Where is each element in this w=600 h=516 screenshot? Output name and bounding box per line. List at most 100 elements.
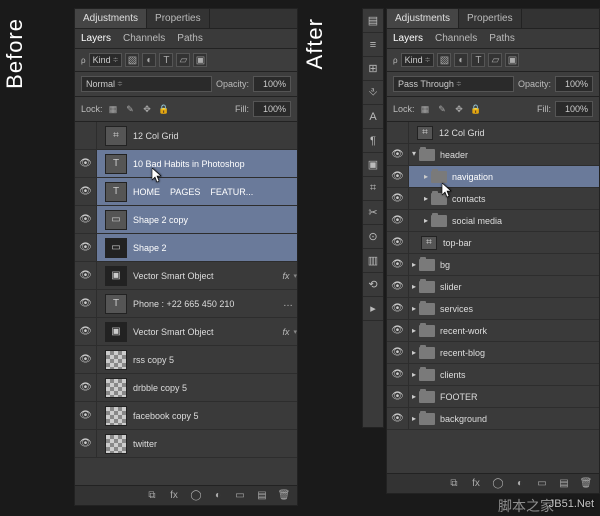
tool-icon[interactable]: ⟲ xyxy=(363,273,383,297)
tool-icon[interactable]: ⌗ xyxy=(363,177,383,201)
tab-adjustments[interactable]: Adjustments xyxy=(387,9,459,28)
tool-icon[interactable]: ≡ xyxy=(363,33,383,57)
visibility-icon[interactable] xyxy=(387,122,409,143)
layer-row[interactable]: 👁 rss copy 5 xyxy=(75,346,297,374)
tool-icon[interactable]: ▣ xyxy=(363,153,383,177)
adjustment-icon[interactable]: ◐ xyxy=(211,489,225,503)
new-layer-icon[interactable]: ▤ xyxy=(557,477,571,491)
blend-mode-select[interactable]: Pass Through≑ xyxy=(393,76,514,92)
lock-brush-icon[interactable]: ✎ xyxy=(436,103,449,116)
chevron-right-icon[interactable]: ▸ xyxy=(363,297,383,321)
layer-row[interactable]: 👁 drbble copy 5 xyxy=(75,374,297,402)
filter-shape-icon[interactable]: ▱ xyxy=(176,53,190,67)
layer-row[interactable]: 👁 twitter xyxy=(75,430,297,458)
mask-icon[interactable]: ◯ xyxy=(491,477,505,491)
filter-type-icon[interactable]: T xyxy=(471,53,485,67)
visibility-icon[interactable]: 👁 xyxy=(387,342,409,363)
tool-icon[interactable]: ⊙ xyxy=(363,225,383,249)
fx-menu-icon[interactable]: fx xyxy=(469,477,483,491)
lock-transparency-icon[interactable]: ▦ xyxy=(419,103,432,116)
visibility-icon[interactable]: 👁 xyxy=(75,402,97,429)
visibility-icon[interactable]: 👁 xyxy=(75,150,97,177)
visibility-icon[interactable]: 👁 xyxy=(387,188,409,209)
visibility-icon[interactable] xyxy=(75,122,97,149)
visibility-icon[interactable]: 👁 xyxy=(387,364,409,385)
lock-brush-icon[interactable]: ✎ xyxy=(124,103,137,116)
tool-icon[interactable]: ⎀ xyxy=(363,81,383,105)
filter-smart-icon[interactable]: ▣ xyxy=(193,53,207,67)
visibility-icon[interactable]: 👁 xyxy=(387,144,409,165)
layer-group-row[interactable]: 👁 ▸ social media xyxy=(387,210,599,232)
filter-adjust-icon[interactable]: ◐ xyxy=(142,53,156,67)
layer-group-row[interactable]: 👁 ▸ slider xyxy=(387,276,599,298)
filter-shape-icon[interactable]: ▱ xyxy=(488,53,502,67)
layer-group-row[interactable]: 👁 ▾ header xyxy=(387,144,599,166)
tool-icon[interactable]: ▤ xyxy=(363,9,383,33)
layer-group-row[interactable]: 👁 ▸ bg xyxy=(387,254,599,276)
layer-group-row[interactable]: 👁 ▸ recent-blog xyxy=(387,342,599,364)
visibility-icon[interactable]: 👁 xyxy=(387,232,409,253)
mask-icon[interactable]: ◯ xyxy=(189,489,203,503)
visibility-icon[interactable]: 👁 xyxy=(75,290,97,317)
tab-paths[interactable]: Paths xyxy=(483,29,521,48)
layer-row[interactable]: 👁 T HOME PAGES FEATUR... xyxy=(75,178,297,206)
disclosure-closed-icon[interactable]: ▸ xyxy=(409,392,419,401)
kind-select[interactable]: Kind≑ xyxy=(401,53,435,67)
lock-move-icon[interactable]: ✥ xyxy=(453,103,466,116)
layer-group-row[interactable]: 👁 ▸ clients xyxy=(387,364,599,386)
disclosure-closed-icon[interactable]: ▸ xyxy=(409,414,419,423)
tab-paths[interactable]: Paths xyxy=(171,29,209,48)
visibility-icon[interactable]: 👁 xyxy=(75,262,97,289)
layer-group-row[interactable]: 👁 ▸ navigation xyxy=(387,166,599,188)
visibility-icon[interactable]: 👁 xyxy=(75,318,97,345)
trash-icon[interactable]: 🗑 xyxy=(579,477,593,491)
visibility-icon[interactable]: 👁 xyxy=(75,234,97,261)
tab-adjustments[interactable]: Adjustments xyxy=(75,9,147,28)
lock-transparency-icon[interactable]: ▦ xyxy=(107,103,120,116)
tab-layers[interactable]: Layers xyxy=(387,29,429,48)
fx-menu-icon[interactable]: fx xyxy=(167,489,181,503)
visibility-icon[interactable]: 👁 xyxy=(387,408,409,429)
visibility-icon[interactable]: 👁 xyxy=(75,206,97,233)
lock-all-icon[interactable]: 🔒 xyxy=(158,103,171,116)
layer-row[interactable]: ⌗ 12 Col Grid xyxy=(75,122,297,150)
disclosure-closed-icon[interactable]: ▸ xyxy=(409,282,419,291)
layer-group-row[interactable]: 👁 ▸ FOOTER xyxy=(387,386,599,408)
disclosure-closed-icon[interactable]: ▸ xyxy=(409,260,419,269)
layer-row[interactable]: ⌗ 12 Col Grid xyxy=(387,122,599,144)
opacity-input[interactable]: 100% xyxy=(253,76,291,92)
layer-group-row[interactable]: 👁 ▸ recent-work xyxy=(387,320,599,342)
layer-row[interactable]: 👁 facebook copy 5 xyxy=(75,402,297,430)
disclosure-closed-icon[interactable]: ▸ xyxy=(409,348,419,357)
tool-icon[interactable]: ▥ xyxy=(363,249,383,273)
group-icon[interactable]: ▭ xyxy=(233,489,247,503)
visibility-icon[interactable]: 👁 xyxy=(387,166,409,187)
visibility-icon[interactable]: 👁 xyxy=(387,298,409,319)
disclosure-closed-icon[interactable]: ▸ xyxy=(421,194,431,203)
layer-row[interactable]: 👁 ▣ Vector Smart Object fx▾ xyxy=(75,262,297,290)
layer-row[interactable]: 👁 ▭ Shape 2 copy xyxy=(75,206,297,234)
disclosure-closed-icon[interactable]: ▸ xyxy=(409,370,419,379)
scissors-icon[interactable]: ✂ xyxy=(363,201,383,225)
layer-row[interactable]: 👁 ▭ Shape 2 xyxy=(75,234,297,262)
visibility-icon[interactable]: 👁 xyxy=(387,254,409,275)
visibility-icon[interactable]: 👁 xyxy=(75,374,97,401)
layer-group-row[interactable]: 👁 ▸ services xyxy=(387,298,599,320)
blend-mode-select[interactable]: Normal≑ xyxy=(81,76,212,92)
filter-smart-icon[interactable]: ▣ xyxy=(505,53,519,67)
filter-pixel-icon[interactable]: ▧ xyxy=(125,53,139,67)
layer-row[interactable]: 👁 ⌗ top-bar xyxy=(387,232,599,254)
tool-icon[interactable]: ⊞ xyxy=(363,57,383,81)
link-layers-icon[interactable]: ⧉ xyxy=(145,489,159,503)
fill-input[interactable]: 100% xyxy=(555,101,593,117)
lock-move-icon[interactable]: ✥ xyxy=(141,103,154,116)
tab-properties[interactable]: Properties xyxy=(147,9,210,28)
visibility-icon[interactable]: 👁 xyxy=(75,178,97,205)
visibility-icon[interactable]: 👁 xyxy=(387,210,409,231)
visibility-icon[interactable]: 👁 xyxy=(75,430,97,457)
visibility-icon[interactable]: 👁 xyxy=(387,276,409,297)
visibility-icon[interactable]: 👁 xyxy=(75,346,97,373)
tab-properties[interactable]: Properties xyxy=(459,9,522,28)
visibility-icon[interactable]: 👁 xyxy=(387,386,409,407)
fx-icon[interactable]: fx xyxy=(278,327,293,337)
